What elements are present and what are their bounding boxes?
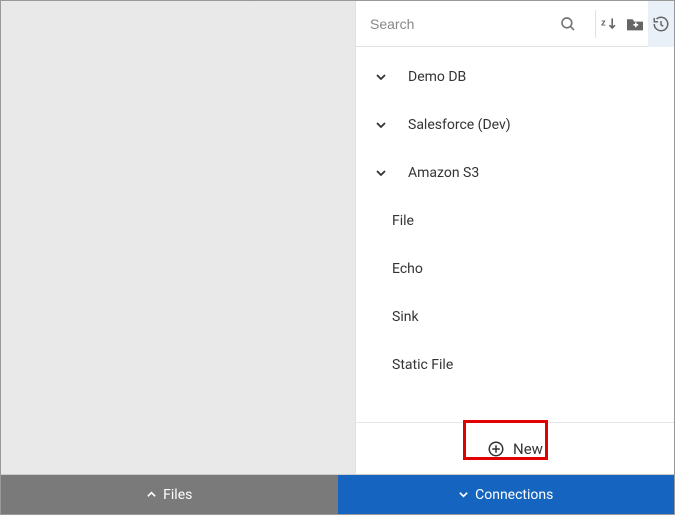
- sort-icon[interactable]: z: [596, 1, 622, 47]
- tree-item-static-file[interactable]: Static File: [356, 341, 674, 389]
- connections-panel: z: [355, 1, 674, 474]
- chevron-up-icon: [146, 489, 157, 500]
- tree-item-label: Static File: [392, 357, 453, 373]
- search-wrap: [356, 1, 595, 46]
- connections-tree: Demo DB Salesforce (Dev) Amazon S3 File: [356, 47, 674, 422]
- tab-label: Files: [163, 487, 192, 503]
- tree-item-label: File: [392, 213, 414, 229]
- new-button[interactable]: New: [473, 434, 557, 464]
- tree-item-file[interactable]: File: [356, 197, 674, 245]
- plus-circle-icon: [487, 440, 505, 458]
- chevron-down-icon: [374, 118, 388, 132]
- tree-item-label: Sink: [392, 309, 419, 325]
- tab-connections[interactable]: Connections: [338, 475, 675, 514]
- add-folder-icon[interactable]: [622, 1, 648, 47]
- tree-item-label: Echo: [392, 261, 423, 277]
- main-canvas[interactable]: [1, 1, 355, 474]
- tree-item-echo[interactable]: Echo: [356, 245, 674, 293]
- search-input[interactable]: [370, 16, 551, 32]
- svg-text:z: z: [601, 17, 606, 28]
- chevron-down-icon: [374, 166, 388, 180]
- tree-item-label: Demo DB: [408, 69, 466, 85]
- tab-files[interactable]: Files: [1, 475, 338, 514]
- new-button-label: New: [513, 440, 543, 458]
- tree-item-salesforce[interactable]: Salesforce (Dev): [356, 101, 674, 149]
- tree-item-sink[interactable]: Sink: [356, 293, 674, 341]
- panel-toolbar: z: [356, 1, 674, 47]
- chevron-down-icon: [374, 70, 388, 84]
- new-row: New: [356, 422, 674, 474]
- chevron-down-icon: [458, 489, 469, 500]
- history-icon[interactable]: [648, 1, 674, 47]
- tree-item-label: Amazon S3: [408, 165, 479, 181]
- bottom-tabs: Files Connections: [1, 474, 674, 514]
- tree-item-amazon-s3[interactable]: Amazon S3: [356, 149, 674, 197]
- search-icon[interactable]: [551, 1, 585, 47]
- tree-item-demo-db[interactable]: Demo DB: [356, 53, 674, 101]
- tab-label: Connections: [475, 487, 553, 503]
- tree-item-label: Salesforce (Dev): [408, 117, 511, 133]
